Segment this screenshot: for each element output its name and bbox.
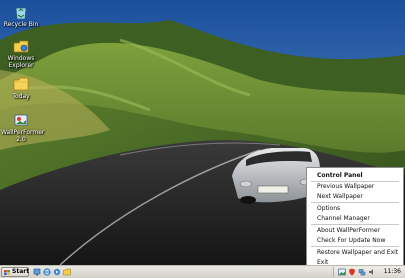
start-label: Start [12, 268, 30, 275]
menu-item-channel-manager[interactable]: Channel Manager [317, 215, 370, 223]
menu-separator [311, 202, 399, 203]
menu-item-about[interactable]: About WallPerFormer [317, 227, 380, 235]
desktop-icon-wallperformer[interactable]: WallPerFormer 2.0 [1, 112, 45, 143]
menu-item-control-panel[interactable]: Control Panel [317, 172, 363, 180]
security-shield-icon[interactable] [348, 268, 356, 276]
desktop-icon-label: Today [12, 93, 30, 100]
recycle-bin-icon [15, 7, 27, 20]
desktop-icon-windows-explorer[interactable]: Windows Explorer [1, 38, 41, 69]
desktop-icon-label: Recycle Bin [3, 21, 39, 28]
show-desktop-icon[interactable] [33, 268, 41, 276]
clock[interactable]: 11:36 [384, 267, 401, 276]
wallperformer-tray-icon[interactable] [338, 268, 346, 276]
media-player-icon[interactable] [53, 268, 61, 276]
menu-item-restore-exit[interactable]: Restore Wallpaper and Exit [317, 249, 398, 257]
menu-separator [311, 246, 399, 247]
folder-icon[interactable] [63, 268, 71, 276]
desktop-icon-label: WallPerFormer 2.0 [1, 129, 45, 143]
wallperformer-icon [14, 114, 28, 126]
menu-item-next-wallpaper[interactable]: Next Wallpaper [317, 193, 363, 201]
windows-explorer-icon [13, 40, 29, 53]
system-tray: 11:36 [333, 267, 404, 277]
menu-separator [311, 181, 399, 182]
volume-icon[interactable] [368, 268, 376, 276]
start-button[interactable]: Start [1, 267, 29, 277]
menu-separator [311, 224, 399, 225]
desktop-icon-recycle-bin[interactable]: Recycle Bin [1, 4, 41, 28]
taskbar: Start 11:36 [0, 265, 405, 278]
windows-flag-icon [4, 270, 10, 275]
internet-explorer-icon[interactable] [43, 268, 51, 276]
desktop-icon-today[interactable]: Today [1, 76, 41, 100]
menu-item-options[interactable]: Options [317, 205, 340, 213]
folder-icon [13, 77, 29, 91]
menu-item-previous-wallpaper[interactable]: Previous Wallpaper [317, 183, 374, 191]
context-menu: Control Panel Previous Wallpaper Next Wa… [306, 167, 404, 270]
desktop-icon-label: Windows Explorer [7, 55, 35, 69]
network-icon[interactable] [358, 268, 366, 276]
menu-item-check-update[interactable]: Check For Update Now [317, 237, 385, 245]
